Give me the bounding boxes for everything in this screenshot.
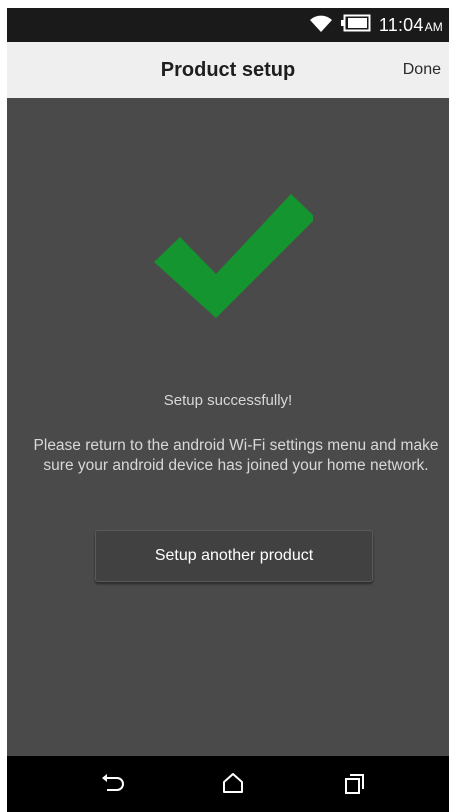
status-icons: 11:04AM <box>309 8 443 42</box>
page-title: Product setup <box>160 59 296 81</box>
app-screen: 11:04AM Product setup Done Setup success… <box>7 8 449 812</box>
success-message: Setup successfully! <box>163 392 293 409</box>
status-time: 11:04AM <box>379 15 443 36</box>
status-bar: 11:04AM <box>7 8 449 42</box>
status-time-ampm: AM <box>424 19 443 34</box>
status-time-value: 11:04 <box>378 14 424 35</box>
instructions-text: Please return to the android Wi-Fi setti… <box>33 437 439 474</box>
setup-another-product-button[interactable]: Setup another product <box>95 530 373 582</box>
done-button[interactable]: Done <box>403 42 441 98</box>
title-bar: Product setup Done <box>7 42 449 98</box>
navigation-bar <box>7 756 449 812</box>
checkmark-icon <box>153 190 316 325</box>
battery-icon <box>340 14 371 37</box>
wifi-icon <box>309 13 333 38</box>
recents-icon[interactable] <box>341 770 369 798</box>
back-icon[interactable] <box>99 770 127 798</box>
home-icon[interactable] <box>219 770 247 798</box>
